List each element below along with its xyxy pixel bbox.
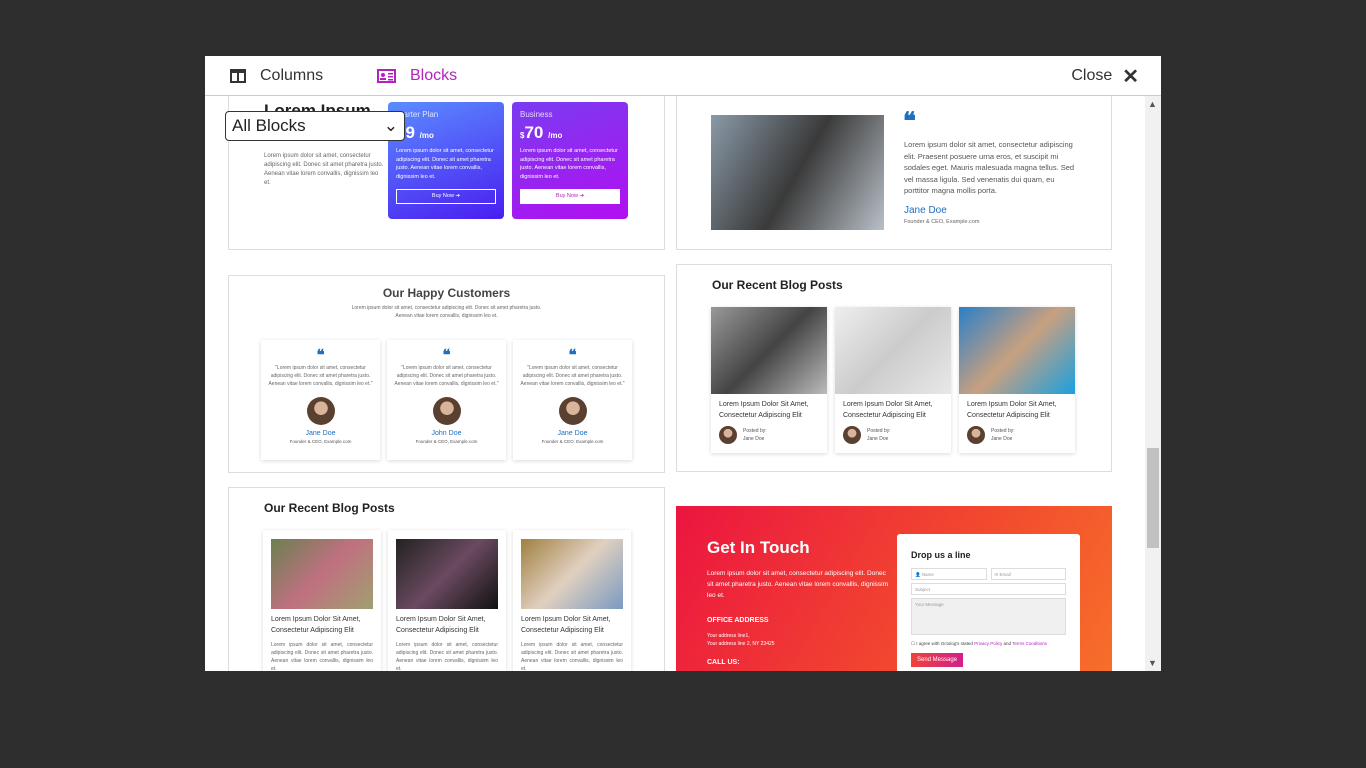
avatar	[843, 426, 861, 444]
quote-icon: ❝	[568, 347, 577, 364]
blog-post-card[interactable]: Lorem Ipsum Dolor Sit Amet, Consectetur …	[388, 530, 506, 671]
scroll-down-icon[interactable]: ▼	[1148, 658, 1157, 668]
blog-post-card[interactable]: Lorem Ipsum Dolor Sit Amet, Consectetur …	[263, 530, 381, 671]
quote-icon: ❝	[903, 108, 916, 135]
modal-header: Columns Blocks Close ✕	[205, 56, 1161, 96]
buy-now-button[interactable]: Buy Now ➔	[396, 189, 496, 204]
scroll-up-icon[interactable]: ▲	[1148, 99, 1157, 109]
message-textarea[interactable]: Your Message	[911, 598, 1066, 635]
agree-checkbox[interactable]: ☐ I agree with Octolog's stated Privacy …	[911, 641, 1066, 647]
post-image	[835, 307, 951, 394]
close-icon: ✕	[1122, 65, 1139, 88]
scrollbar-thumb[interactable]	[1147, 448, 1159, 548]
block-testimonial[interactable]: ❝ Lorem ipsum dolor sit amet, consectetu…	[676, 96, 1112, 250]
close-button[interactable]: Close ✕	[1071, 56, 1139, 96]
blog-post-card[interactable]: Lorem Ipsum Dolor Sit Amet, Consectetur …	[959, 307, 1075, 453]
name-input[interactable]: 👤 Name	[911, 568, 987, 580]
blocks-modal: Columns Blocks Close ✕ All Blocks ⌄ Lorem …	[205, 56, 1161, 671]
tab-blocks[interactable]: Blocks	[377, 56, 457, 96]
post-image	[521, 539, 623, 609]
blog-post-card[interactable]: Lorem Ipsum Dolor Sit Amet, Consectetur …	[711, 307, 827, 453]
avatar	[558, 397, 587, 425]
blog-post-card[interactable]: Lorem Ipsum Dolor Sit Amet, Consectetur …	[513, 530, 631, 671]
customer-card: ❝ "Lorem ipsum dolor sit amet, consectet…	[387, 340, 506, 460]
customer-card: ❝ "Lorem ipsum dolor sit amet, consectet…	[261, 340, 380, 460]
blog-post-card[interactable]: Lorem Ipsum Dolor Sit Amet, Consectetur …	[835, 307, 951, 453]
testimonial-photo	[711, 115, 884, 230]
subject-input[interactable]: Subject	[911, 583, 1066, 595]
email-input[interactable]: ✉ Email	[990, 568, 1066, 580]
avatar	[719, 426, 737, 444]
customer-card: ❝ "Lorem ipsum dolor sit amet, consectet…	[513, 340, 632, 460]
block-filter-select[interactable]: All Blocks ⌄	[225, 111, 405, 141]
contact-form: Drop us a line 👤 Name ✉ Email Subject Yo…	[897, 534, 1080, 671]
avatar	[432, 397, 461, 425]
buy-now-button[interactable]: Buy Now ➔	[520, 189, 620, 204]
block-customers[interactable]: Our Happy Customers Lorem ipsum dolor si…	[228, 275, 665, 473]
scrollbar[interactable]: ▲ ▼	[1145, 96, 1161, 671]
blocks-list: All Blocks⌄ Lorem Ipsum Lorem ipsum dolo…	[205, 96, 1161, 671]
post-image	[959, 307, 1075, 394]
post-image	[711, 307, 827, 394]
plan-starter: Starter Plan 39 /mo Lorem ipsum dolor sit…	[388, 102, 504, 219]
quote-icon: ❝	[316, 347, 325, 364]
avatar	[306, 397, 335, 425]
chevron-down-icon: ⌄	[383, 116, 398, 135]
tab-columns[interactable]: Columns	[230, 56, 323, 96]
block-contact[interactable]: Get In Touch Lorem ipsum dolor sit amet,…	[676, 506, 1112, 671]
post-image	[271, 539, 373, 609]
columns-icon	[230, 69, 246, 83]
plan-business: Business $70 /mo Lorem ipsum dolor sit am…	[512, 102, 628, 219]
avatar	[967, 426, 985, 444]
send-message-button[interactable]: Send Message	[911, 653, 964, 667]
block-blog-posts-2[interactable]: Our Recent Blog Posts Lorem Ipsum Dolor …	[228, 487, 665, 671]
id-card-icon	[377, 69, 396, 83]
post-image	[396, 539, 498, 609]
block-blog-posts[interactable]: Our Recent Blog Posts Lorem Ipsum Dolor …	[676, 264, 1112, 472]
quote-icon: ❝	[442, 347, 451, 364]
